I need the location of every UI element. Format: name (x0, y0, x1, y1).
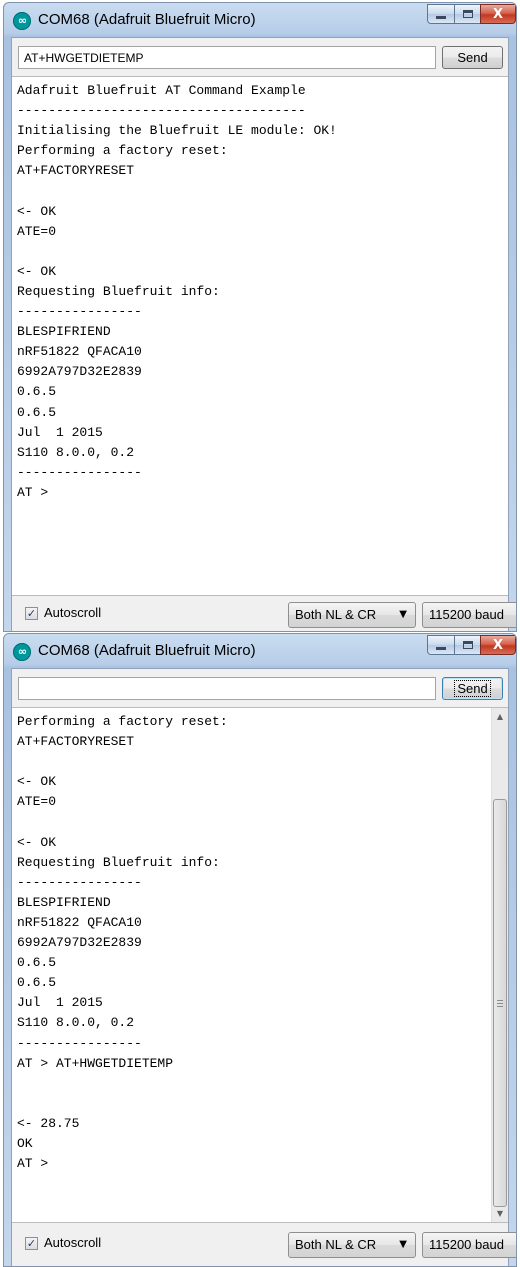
minimize-button[interactable] (427, 4, 455, 24)
output-line: Requesting Bluefruit info: (17, 283, 220, 299)
maximize-button[interactable] (454, 4, 481, 24)
send-label: Send (457, 50, 488, 65)
serial-monitor-window-2: ∞ COM68 (Adafruit Bluefruit Micro) X Sen… (3, 633, 517, 1267)
output-line: ------------------------------------- (17, 103, 306, 119)
output-line: <- OK (17, 774, 57, 790)
maximize-button[interactable] (454, 635, 481, 655)
output-line: ATE=0 (17, 794, 57, 810)
output-line: ---------------- (17, 874, 142, 890)
output-line: AT > (17, 484, 49, 500)
arduino-infinity-icon: ∞ (13, 12, 31, 30)
line-ending-value: Both NL & CR (295, 1237, 377, 1252)
output-line: AT > AT+HWGETDIETEMP (17, 1055, 174, 1071)
output-line: Requesting Bluefruit info: (17, 854, 220, 870)
output-line: <- OK (17, 203, 57, 219)
bottom-bar: ✓ Autoscroll Both NL & CR ▼ 115200 baud (12, 1225, 516, 1265)
close-icon: X (492, 6, 504, 22)
serial-monitor-window-1: ∞ COM68 (Adafruit Bluefruit Micro) X Sen… (3, 2, 517, 632)
output-line: 6992A797D32E2839 (17, 935, 142, 951)
client-area: Send Adafruit Bluefruit AT Command Examp… (11, 37, 516, 631)
output-line: S110 8.0.0, 0.2 (17, 444, 135, 460)
output-line: ---------------- (17, 304, 142, 320)
line-ending-select[interactable]: Both NL & CR ▼ (288, 1232, 416, 1258)
output-line: 0.6.5 (17, 404, 57, 420)
bottom-bar: ✓ Autoscroll Both NL & CR ▼ 115200 baud (12, 595, 516, 631)
client-area: Send Performing a factory reset: AT+FACTO… (11, 668, 516, 1266)
line-ending-value: Both NL & CR (295, 607, 377, 622)
output-line: AT+FACTORYRESET (17, 734, 135, 750)
output-line: Jul 1 2015 (17, 424, 103, 440)
scrollbar-grip-icon (497, 1000, 503, 1007)
minimize-icon (436, 15, 446, 19)
output-line: 0.6.5 (17, 975, 57, 991)
output-line: 0.6.5 (17, 384, 57, 400)
minimize-icon (436, 646, 446, 650)
output-line: AT+FACTORYRESET (17, 163, 135, 179)
maximize-icon (462, 10, 473, 18)
close-button[interactable]: X (480, 635, 516, 655)
output-line: Performing a factory reset: (17, 143, 228, 159)
close-icon: X (492, 637, 504, 653)
baud-rate-select[interactable]: 115200 baud (422, 602, 516, 628)
output-line: <- OK (17, 834, 57, 850)
serial-output[interactable]: Performing a factory reset: AT+FACTORYRES… (12, 707, 508, 1223)
output-line: Jul 1 2015 (17, 995, 103, 1011)
command-input[interactable] (18, 677, 436, 700)
arduino-infinity-icon: ∞ (13, 643, 31, 661)
output-line: nRF51822 QFACA10 (17, 344, 142, 360)
minimize-button[interactable] (427, 635, 455, 655)
output-line: <- 28.75 (17, 1115, 80, 1131)
send-label: Send (454, 680, 491, 697)
scroll-down-arrow-icon[interactable]: ▼ (492, 1205, 508, 1222)
output-line: BLESPIFRIEND (17, 894, 111, 910)
baud-rate-value: 115200 baud (429, 1237, 504, 1252)
title-bar[interactable]: ∞ COM68 (Adafruit Bluefruit Micro) X (4, 634, 516, 668)
output-line: nRF51822 QFACA10 (17, 914, 142, 930)
chevron-down-icon: ▼ (399, 609, 407, 620)
output-line: 6992A797D32E2839 (17, 364, 142, 380)
autoscroll-label[interactable]: Autoscroll (44, 1235, 101, 1250)
scroll-up-arrow-icon[interactable]: ▲ (492, 708, 508, 725)
window-title: COM68 (Adafruit Bluefruit Micro) (38, 642, 256, 659)
maximize-icon (462, 641, 473, 649)
line-ending-select[interactable]: Both NL & CR ▼ (288, 602, 416, 628)
window-title: COM68 (Adafruit Bluefruit Micro) (38, 11, 256, 28)
output-line: S110 8.0.0, 0.2 (17, 1015, 135, 1031)
output-line: Adafruit Bluefruit AT Command Example (17, 83, 306, 98)
check-icon: ✓ (26, 1237, 37, 1250)
output-line: ---------------- (17, 1035, 142, 1051)
title-bar[interactable]: ∞ COM68 (Adafruit Bluefruit Micro) X (4, 3, 516, 37)
autoscroll-checkbox[interactable]: ✓ (25, 1237, 38, 1250)
check-icon: ✓ (26, 607, 37, 620)
output-line: Performing a factory reset: (17, 714, 228, 729)
output-line: AT > (17, 1156, 49, 1172)
command-input[interactable] (18, 46, 436, 69)
vertical-scrollbar[interactable]: ▲ ▼ (491, 708, 508, 1222)
serial-output[interactable]: Adafruit Bluefruit AT Command Example ---… (12, 76, 508, 596)
send-button[interactable]: Send (442, 677, 503, 700)
output-line: ATE=0 (17, 223, 57, 239)
autoscroll-checkbox[interactable]: ✓ (25, 607, 38, 620)
chevron-down-icon: ▼ (399, 1239, 407, 1250)
scrollbar-thumb[interactable] (493, 799, 507, 1207)
close-button[interactable]: X (480, 4, 516, 24)
output-line: ---------------- (17, 464, 142, 480)
autoscroll-label[interactable]: Autoscroll (44, 605, 101, 620)
output-line: BLESPIFRIEND (17, 324, 111, 340)
output-line: OK (17, 1135, 33, 1151)
send-button[interactable]: Send (442, 46, 503, 69)
baud-rate-select[interactable]: 115200 baud (422, 1232, 516, 1258)
baud-rate-value: 115200 baud (429, 607, 504, 622)
output-line: <- OK (17, 263, 57, 279)
output-line: 0.6.5 (17, 955, 57, 971)
output-line: Initialising the Bluefruit LE module: OK… (17, 123, 337, 139)
